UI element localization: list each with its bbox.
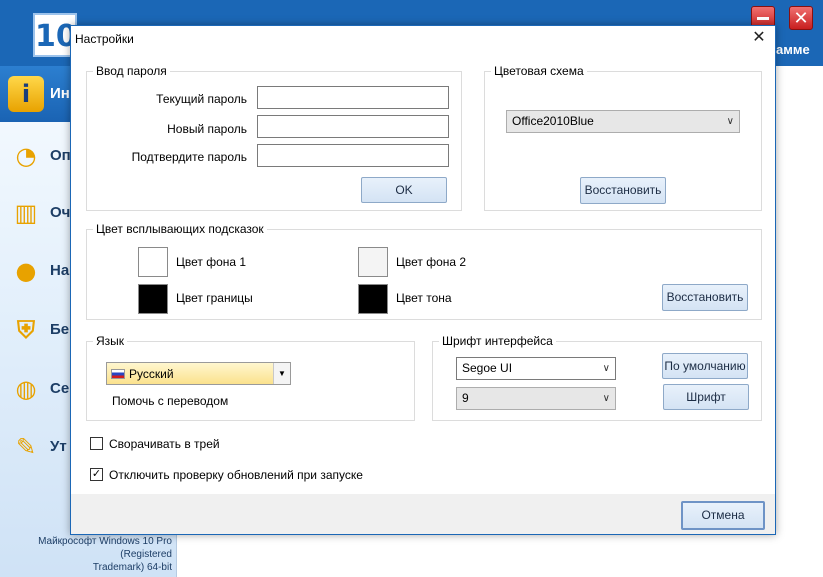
minimize-to-tray-checkbox[interactable] xyxy=(90,437,103,450)
sidebar-item-label: Бе xyxy=(50,321,70,338)
close-icon[interactable]: ✕ xyxy=(749,28,769,48)
disable-update-check-checkbox[interactable]: ✓ xyxy=(90,468,103,481)
sidebar-item-label: Оч xyxy=(50,204,71,221)
minimize-to-tray-label: Сворачивать в трей xyxy=(109,437,220,451)
sidebar-item-label: Ин xyxy=(50,85,70,102)
header-right-text: амме xyxy=(776,42,810,57)
chevron-down-icon: ∨ xyxy=(602,393,610,404)
interface-font-legend: Шрифт интерфейса xyxy=(439,334,556,348)
tooltip-bg1-swatch[interactable] xyxy=(138,247,168,277)
chevron-down-icon: ∨ xyxy=(726,116,734,127)
tooltip-tone-label: Цвет тона xyxy=(396,291,452,305)
new-password-input[interactable] xyxy=(257,115,449,138)
cancel-button[interactable]: Отмена xyxy=(681,501,765,530)
current-password-label: Текущий пароль xyxy=(156,92,247,106)
color-scheme-value: Office2010Blue xyxy=(512,114,594,128)
tooltip-border-label: Цвет границы xyxy=(176,291,253,305)
tooltip-colors-group: Цвет всплывающих подсказок xyxy=(86,222,762,320)
disable-update-check-label: Отключить проверку обновлений при запуск… xyxy=(109,468,363,482)
info-icon: i xyxy=(8,76,44,112)
dropdown-arrow-icon: ▼ xyxy=(273,363,290,384)
tooltip-restore-button[interactable]: Восстановить xyxy=(662,284,748,311)
password-ok-button[interactable]: OK xyxy=(361,177,447,203)
os-info-line: Майкрософт Windows 10 Pro (Registered xyxy=(38,536,172,560)
current-password-input[interactable] xyxy=(257,86,449,109)
password-group-legend: Ввод пароля xyxy=(93,64,170,78)
confirm-password-label: Подтвердите пароль xyxy=(131,150,247,164)
color-scheme-select[interactable]: Office2010Blue ∨ xyxy=(506,110,740,133)
sidebar-item-label: На xyxy=(50,262,70,279)
font-size-value: 9 xyxy=(462,391,469,405)
sidebar-item-label: Оп xyxy=(50,147,71,164)
russia-flag-icon xyxy=(111,369,125,379)
os-info: Майкрософт Windows 10 Pro (Registered Tr… xyxy=(0,535,177,574)
tooltip-border-swatch[interactable] xyxy=(138,284,168,314)
sidebar-item-label: Се xyxy=(50,380,70,397)
dialog-footer xyxy=(71,494,775,534)
font-size-select[interactable]: 9 ∨ xyxy=(456,387,616,410)
font-name-value: Segoe UI xyxy=(462,361,513,375)
wrench-icon: ✎ xyxy=(15,433,37,461)
sidebar-item-label: Ут xyxy=(50,438,67,455)
globe-icon: ◍ xyxy=(15,375,37,403)
font-button[interactable]: Шрифт xyxy=(663,384,749,410)
language-value: Русский xyxy=(129,367,174,381)
tooltip-tone-swatch[interactable] xyxy=(358,284,388,314)
tooltip-bg1-label: Цвет фона 1 xyxy=(176,255,247,269)
color-scheme-legend: Цветовая схема xyxy=(491,64,587,78)
font-name-select[interactable]: Segoe UI ∨ xyxy=(456,357,616,380)
default-font-button[interactable]: По умолчанию xyxy=(662,353,748,379)
shield-icon: ⛨ xyxy=(17,316,35,344)
color-scheme-restore-button[interactable]: Восстановить xyxy=(580,177,666,204)
os-info-line: Trademark) 64-bit xyxy=(92,562,172,573)
language-legend: Язык xyxy=(93,334,128,348)
new-password-label: Новый пароль xyxy=(167,122,247,136)
user-icon: ● xyxy=(15,257,37,285)
tooltip-colors-legend: Цвет всплывающих подсказок xyxy=(93,222,267,236)
help-translate-link[interactable]: Помочь с переводом xyxy=(112,394,228,408)
confirm-password-input[interactable] xyxy=(257,144,449,167)
tooltip-bg2-label: Цвет фона 2 xyxy=(396,255,467,269)
trash-icon: ▥ xyxy=(14,199,38,227)
language-select[interactable]: Русский ▼ xyxy=(106,362,291,385)
settings-dialog: Настройки ✕ Ввод пароля Текущий пароль Н… xyxy=(70,25,776,535)
tooltip-bg2-swatch[interactable] xyxy=(358,247,388,277)
gauge-icon: ◔ xyxy=(15,142,37,170)
chevron-down-icon: ∨ xyxy=(602,363,610,374)
dialog-title: Настройки xyxy=(75,32,134,46)
app-close-button[interactable]: ✕ xyxy=(789,6,813,30)
